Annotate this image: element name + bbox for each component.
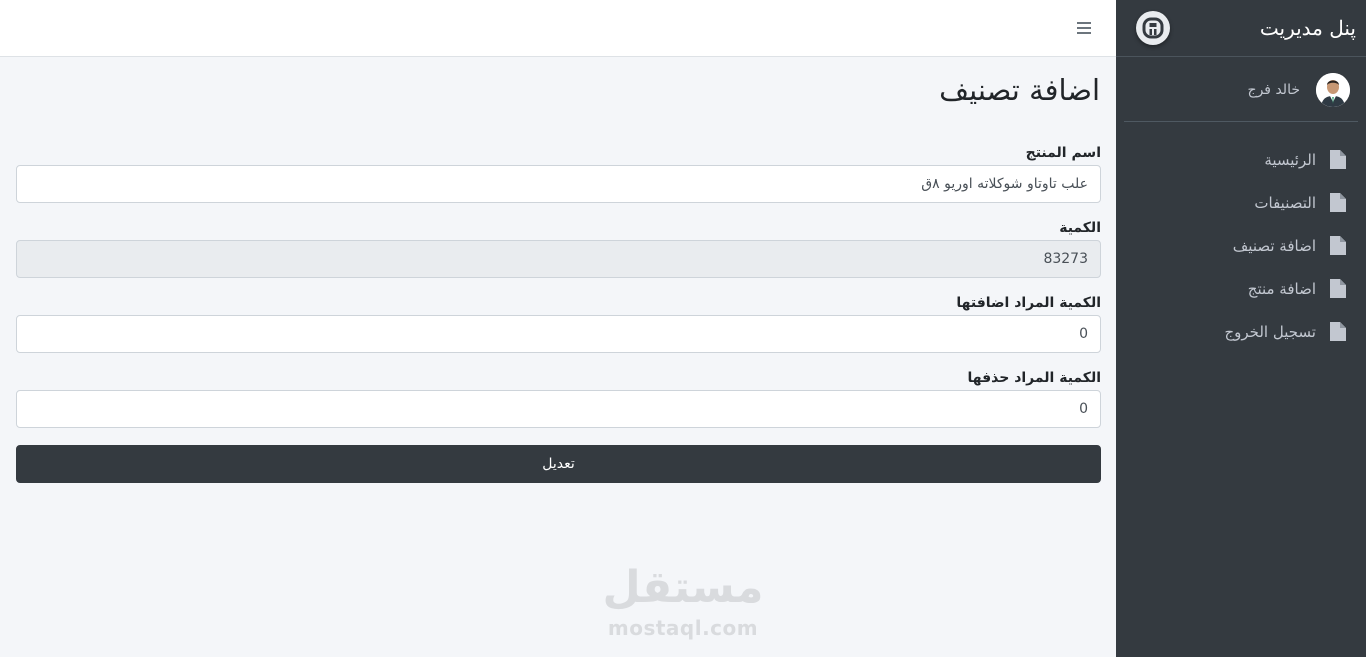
quantity-add-group: الكمية المراد اضافتها [16,295,1101,353]
sidebar-item-home[interactable]: الرئيسية [1116,138,1366,181]
sidebar-item-add-category[interactable]: اضافة تصنيف [1116,224,1366,267]
edit-product-form: اسم المنتج الكمية الكمية المراد اضافتها … [16,145,1101,483]
quantity-add-label: الكمية المراد اضافتها [956,295,1101,311]
sidebar-item-label: الرئيسية [1264,150,1316,169]
sidebar-item-label: تسجيل الخروج [1224,322,1316,341]
sidebar-item-categories[interactable]: التصنيفات [1116,181,1366,224]
watermark: مستقل mostaql.com [600,560,766,640]
sidebar-item-label: التصنيفات [1254,193,1316,212]
watermark-latin: mostaql.com [607,616,759,640]
brand-link[interactable]: پنل مدیریت [1116,0,1366,57]
sidebar-item-add-product[interactable]: اضافة منتج [1116,267,1366,310]
sidebar-item-label: اضافة تصنيف [1232,236,1316,255]
product-name-label: اسم المنتج [1025,145,1101,161]
quantity-group: الكمية [16,220,1101,278]
quantity-add-input[interactable] [16,315,1101,353]
edit-submit-button[interactable]: تعديل [16,445,1101,483]
top-navbar [0,0,1116,57]
watermark-arabic: مستقل [602,562,764,613]
quantity-remove-input[interactable] [16,390,1101,428]
page-title: اضافة تصنيف [939,73,1100,107]
brand-logo-icon [1136,11,1170,45]
user-panel[interactable]: خالد فرج [1124,57,1358,122]
user-name: خالد فرج [1247,82,1300,98]
avatar [1316,73,1350,107]
file-icon [1330,150,1346,169]
quantity-remove-label: الكمية المراد حذفها [967,370,1101,386]
sidebar-item-logout[interactable]: تسجيل الخروج [1116,310,1366,353]
quantity-label: الكمية [1059,220,1101,236]
file-icon [1330,322,1346,341]
file-icon [1330,236,1346,255]
file-icon [1330,279,1346,298]
quantity-remove-group: الكمية المراد حذفها [16,370,1101,428]
product-name-input[interactable] [16,165,1101,203]
product-name-group: اسم المنتج [16,145,1101,203]
sidebar-nav: الرئيسية التصنيفات اضافة تصنيف اضافة منت… [1116,122,1366,353]
main-content: اضافة تصنيف اسم المنتج الكمية الكمية الم… [0,57,1116,657]
quantity-input [16,240,1101,278]
sidebar-item-label: اضافة منتج [1247,279,1316,298]
hamburger-icon[interactable] [1074,18,1094,38]
file-icon [1330,193,1346,212]
sidebar: پنل مدیریت خالد فرج الرئيسية التصنيفات ا… [1116,0,1366,657]
brand-title: پنل مدیریت [1259,16,1356,40]
